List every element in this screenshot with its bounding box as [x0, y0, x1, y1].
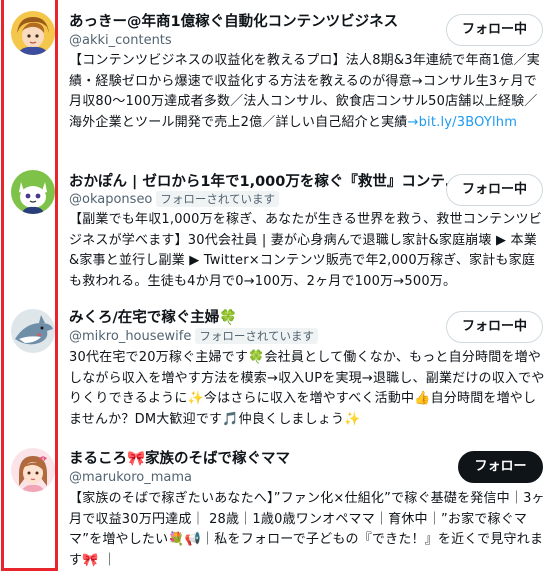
avatar[interactable] [11, 309, 55, 353]
handle-text[interactable]: @okaponseo [69, 192, 152, 207]
user-bio: 【家族のそばで稼ぎたいあなたへ】”ファン化×仕組化”で稼ぐ基礎を発信中｜3ヶ月で… [69, 489, 545, 571]
user-cell[interactable]: あっきー@年商1億稼ぐ自動化コンテンツビジネス @akki_contents フ… [0, 0, 559, 150]
user-bio: 【コンテンツビジネスの収益化を教えるプロ】法人8期&3年連続で年商1億／実績・経… [69, 51, 545, 133]
user-cell[interactable]: みくろ/在宅で稼ぐ主婦🍀 @mikro_housewife フォローされています … [0, 296, 559, 432]
display-name[interactable]: あっきー@年商1億稼ぐ自動化コンテンツビジネス [69, 13, 398, 31]
display-name[interactable]: みくろ/在宅で稼ぐ主婦🍀 [69, 309, 237, 327]
bio-link[interactable]: →bit.ly/3BOYlhm [407, 115, 517, 130]
follow-button[interactable]: フォロー [458, 451, 543, 483]
following-button[interactable]: フォロー中 [446, 14, 543, 46]
follows-you-badge: フォローされています [156, 191, 280, 207]
following-button[interactable]: フォロー中 [446, 174, 543, 206]
bio-text: 30代在宅で20万稼ぐ主婦です🍀会社員として働くなか、もっと自分時間を増やしなが… [69, 350, 545, 427]
user-cell[interactable]: おかぽん | ゼロから1年で1,000万を稼ぐ『救世』コンテ… @okapons… [0, 150, 559, 296]
following-button[interactable]: フォロー中 [446, 311, 543, 343]
follows-you-badge: フォローされています [195, 328, 318, 344]
avatar[interactable] [11, 11, 55, 55]
avatar[interactable] [11, 448, 55, 492]
user-handle[interactable]: @mikro_housewife フォローされています [69, 328, 318, 345]
user-handle[interactable]: @marukoro_mama [69, 469, 192, 486]
handle-text[interactable]: @akki_contents [69, 33, 172, 48]
user-cell[interactable]: まるころ🎀家族のそばで稼ぐママ @marukoro_mama フォロー 【家族の… [0, 432, 559, 576]
display-name[interactable]: まるころ🎀家族のそばで稼ぐママ [69, 450, 290, 468]
user-handle[interactable]: @okaponseo フォローされています [69, 191, 280, 208]
user-bio: 【副業でも年収1,000万を稼ぎ、あなたが生きる世界を救う、救世コンテンツビジネ… [69, 210, 545, 292]
bio-text: 【家族のそばで稼ぎたいあなたへ】”ファン化×仕組化”で稼ぐ基礎を発信中｜3ヶ月で… [69, 491, 545, 568]
bio-text: 【副業でも年収1,000万を稼ぎ、あなたが生きる世界を救う、救世コンテンツビジネ… [69, 212, 542, 289]
user-handle[interactable]: @akki_contents [69, 32, 172, 49]
user-bio: 30代在宅で20万稼ぐ主婦です🍀会社員として働くなか、もっと自分時間を増やしなが… [69, 348, 545, 430]
handle-text[interactable]: @marukoro_mama [69, 470, 192, 485]
display-name[interactable]: おかぽん | ゼロから1年で1,000万を稼ぐ『救世』コンテ… [69, 173, 459, 191]
avatar[interactable] [11, 170, 55, 214]
handle-text[interactable]: @mikro_housewife [69, 329, 191, 344]
